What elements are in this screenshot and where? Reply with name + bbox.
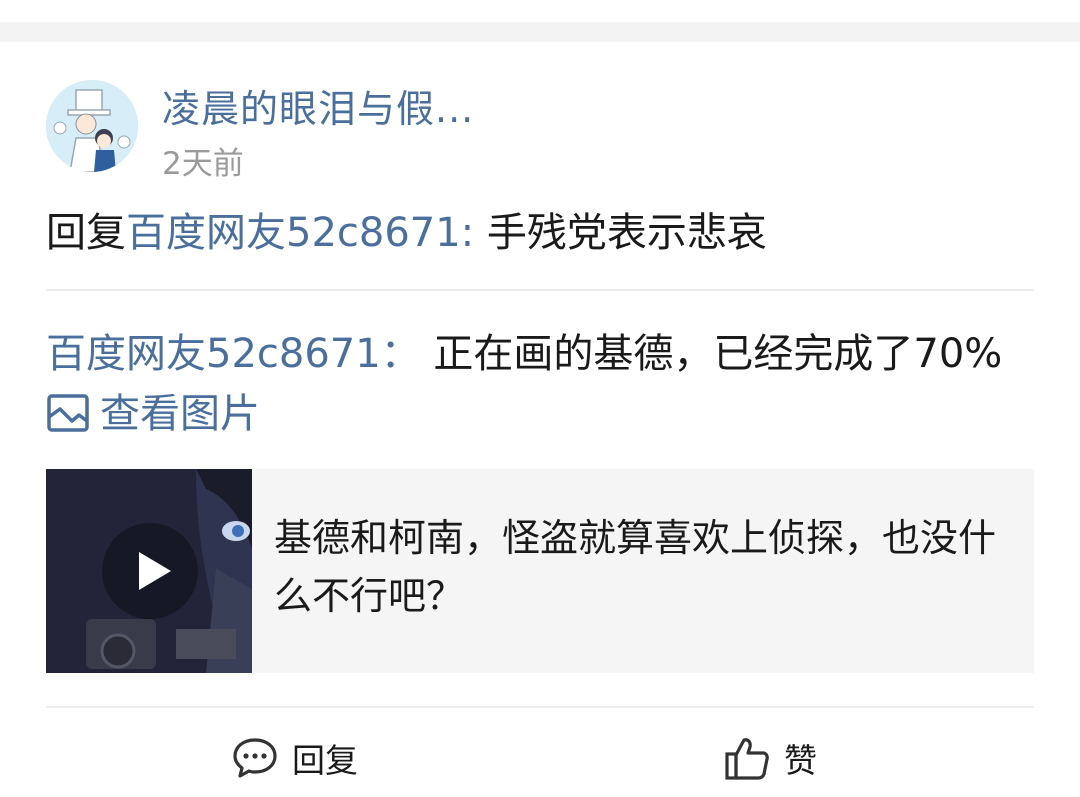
user-avatar[interactable]: [46, 80, 138, 172]
quoted-author[interactable]: 百度网友52c8671：: [46, 331, 421, 377]
reply-text: 手残党表示悲哀: [474, 210, 767, 256]
top-spacer: [0, 0, 1080, 42]
divider: [46, 289, 1034, 291]
divider: [46, 706, 1034, 708]
video-thumbnail[interactable]: [46, 469, 252, 673]
reply-prefix: 回复: [46, 210, 126, 256]
author-name[interactable]: 凌晨的眼泪与假...: [162, 78, 474, 133]
view-image-link[interactable]: 查看图片: [46, 391, 260, 437]
play-icon[interactable]: [101, 522, 199, 620]
post-time: 2天前: [162, 146, 244, 182]
like-button-label: 赞: [784, 741, 817, 780]
section-separator: [0, 22, 1080, 42]
view-image-label: 查看图片: [100, 391, 260, 437]
reply-button[interactable]: 回复: [232, 732, 358, 784]
video-title: 基德和柯南，怪盗就算喜欢上侦探，也没什么不行吧？: [274, 516, 997, 618]
image-icon: [47, 394, 89, 432]
avatar-illustration: [46, 80, 138, 172]
quoted-comment: 百度网友52c8671： 正在画的基德，已经完成了70% 查看图片: [46, 324, 1036, 444]
reply-content: 回复百度网友52c8671: 手残党表示悲哀: [46, 200, 767, 258]
like-button[interactable]: 赞: [724, 732, 817, 784]
comment-bubble-icon: [233, 738, 277, 778]
thumbs-up-icon: [725, 738, 769, 780]
shared-video-card[interactable]: 基德和柯南，怪盗就算喜欢上侦探，也没什么不行吧？: [46, 469, 1034, 673]
reply-button-label: 回复: [292, 741, 358, 780]
quoted-text: 正在画的基德，已经完成了70%: [420, 331, 1003, 377]
reply-target-user[interactable]: 百度网友52c8671:: [126, 210, 474, 256]
